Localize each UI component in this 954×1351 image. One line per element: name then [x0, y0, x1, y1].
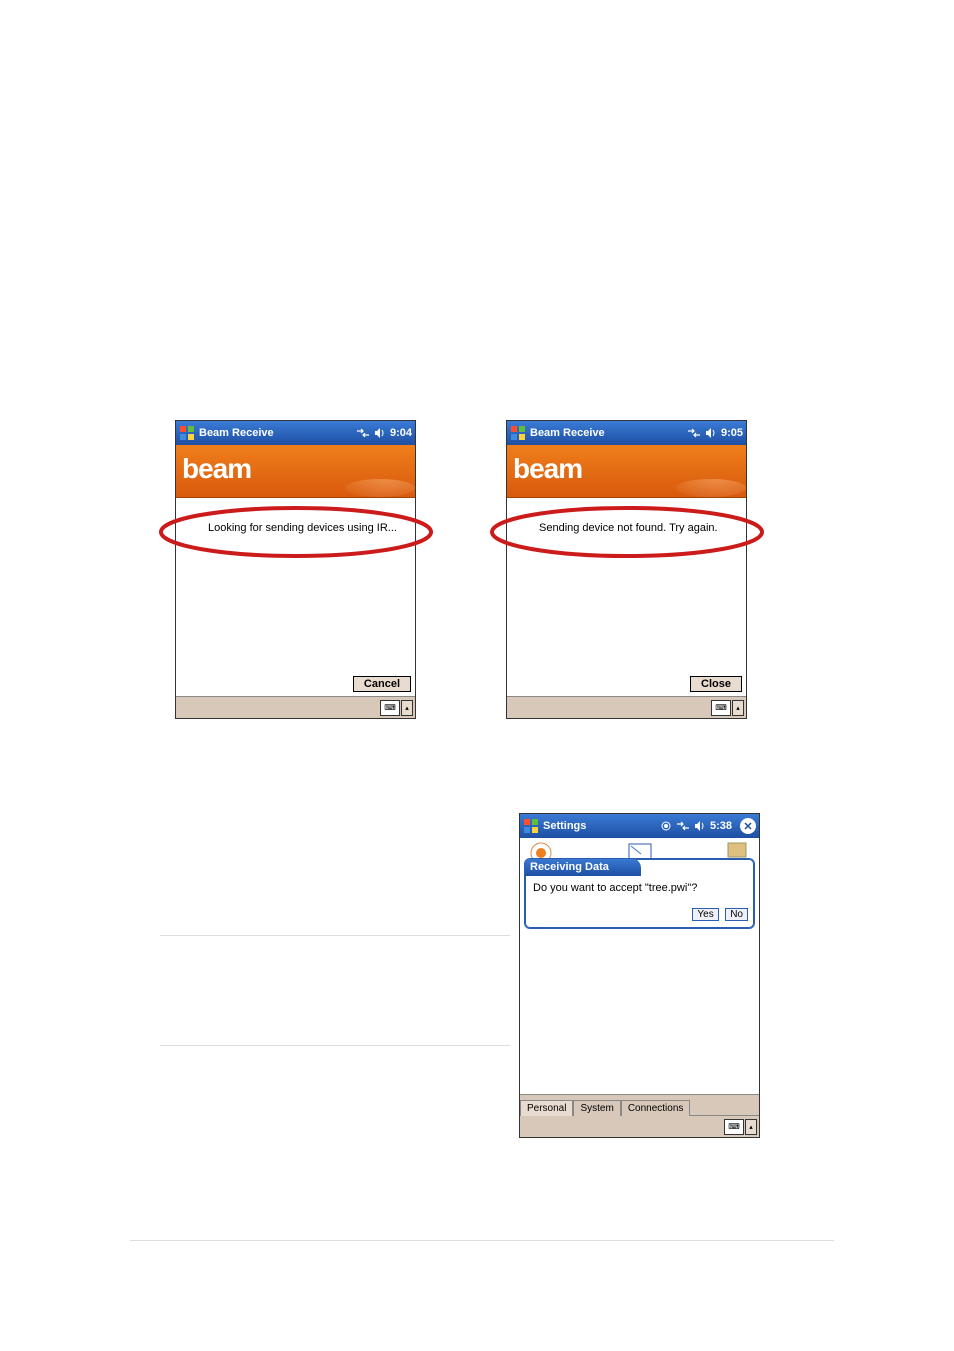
no-button[interactable]: No [725, 908, 748, 921]
keyboard-icon[interactable]: ⌨ [380, 700, 400, 716]
beam-receive-screenshot-2: Beam Receive 9:05 beam Sending device no… [506, 420, 747, 719]
bottom-bar: ⌨ ▴ [507, 696, 746, 718]
settings-screenshot: Settings 5:38 ✕ [519, 813, 760, 1138]
windows-start-icon[interactable] [523, 818, 539, 834]
sip-arrow-icon[interactable]: ▴ [401, 700, 413, 716]
keyboard-icon[interactable]: ⌨ [724, 1119, 744, 1135]
titlebar: Beam Receive 9:04 [176, 421, 415, 445]
clock[interactable]: 9:04 [390, 427, 412, 439]
window-title: Beam Receive [530, 427, 605, 439]
tab-personal[interactable]: Personal [520, 1100, 573, 1116]
separator-line [160, 935, 510, 936]
target-icon[interactable] [660, 820, 672, 832]
connectivity-icon[interactable] [676, 821, 690, 831]
titlebar: Settings 5:38 ✕ [520, 814, 759, 838]
status-icons: 9:04 [356, 427, 412, 439]
content-area: Sending device not found. Try again. Clo… [507, 498, 746, 696]
bottom-bar: ⌨ ▴ [176, 696, 415, 718]
sip-arrow-icon[interactable]: ▴ [732, 700, 744, 716]
bottom-bar: ⌨ ▴ [520, 1115, 759, 1137]
beam-receive-screenshot-1: Beam Receive 9:04 beam Looking for sendi… [175, 420, 416, 719]
clock[interactable]: 9:05 [721, 427, 743, 439]
status-icons: 9:05 [687, 427, 743, 439]
speaker-icon[interactable] [374, 427, 386, 439]
tab-bar: Personal System Connections [520, 1094, 759, 1115]
close-button[interactable]: Close [690, 676, 742, 692]
cancel-button[interactable]: Cancel [353, 676, 411, 692]
keyboard-icon[interactable]: ⌨ [711, 700, 731, 716]
settings-body: Receiving Data Do you want to accept "tr… [520, 838, 759, 1094]
status-message: Looking for sending devices using IR... [208, 522, 405, 535]
connectivity-icon[interactable] [356, 428, 370, 438]
dialog-title: Receiving Data [524, 858, 641, 876]
beam-banner: beam [507, 445, 746, 498]
speaker-icon[interactable] [694, 820, 706, 832]
speaker-icon[interactable] [705, 427, 717, 439]
window-title: Beam Receive [199, 427, 274, 439]
beam-banner: beam [176, 445, 415, 498]
receiving-data-dialog: Receiving Data Do you want to accept "tr… [524, 858, 755, 929]
content-area: Looking for sending devices using IR... … [176, 498, 415, 696]
tab-system[interactable]: System [573, 1100, 620, 1116]
footer-separator [130, 1240, 834, 1241]
separator-line [160, 1045, 510, 1046]
dialog-message: Do you want to accept "tree.pwi"? [525, 876, 754, 902]
close-icon[interactable]: ✕ [740, 818, 756, 834]
titlebar: Beam Receive 9:05 [507, 421, 746, 445]
clock[interactable]: 5:38 [710, 820, 732, 832]
yes-button[interactable]: Yes [692, 908, 718, 921]
connectivity-icon[interactable] [687, 428, 701, 438]
status-icons: 5:38 ✕ [660, 818, 756, 834]
tab-connections[interactable]: Connections [621, 1100, 691, 1116]
windows-start-icon[interactable] [510, 425, 526, 441]
windows-start-icon[interactable] [179, 425, 195, 441]
status-message: Sending device not found. Try again. [539, 522, 736, 535]
window-title: Settings [543, 820, 586, 832]
sip-arrow-icon[interactable]: ▴ [745, 1119, 757, 1135]
